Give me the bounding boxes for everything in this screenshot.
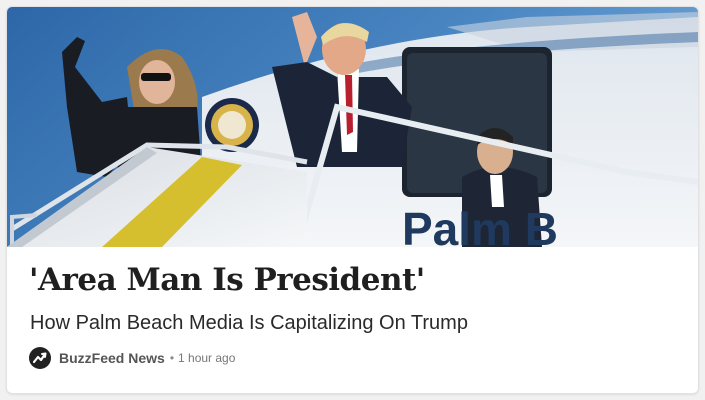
plane-lettering: Palm B [402,203,558,247]
source-name[interactable]: BuzzFeed News [59,350,165,366]
timestamp: 1 hour ago [178,351,236,365]
byline: BuzzFeed News • 1 hour ago [29,347,235,369]
article-photo[interactable]: Palm B [7,7,698,247]
buzzfeed-trending-arrow-icon[interactable] [29,347,51,369]
article-subheadline[interactable]: How Palm Beach Media Is Capitalizing On … [30,312,468,335]
byline-separator: • [169,351,175,365]
article-headline[interactable]: 'Area Man Is President' [29,262,425,298]
article-card[interactable]: Palm B 'Area Man Is President' How Palm … [6,6,699,394]
